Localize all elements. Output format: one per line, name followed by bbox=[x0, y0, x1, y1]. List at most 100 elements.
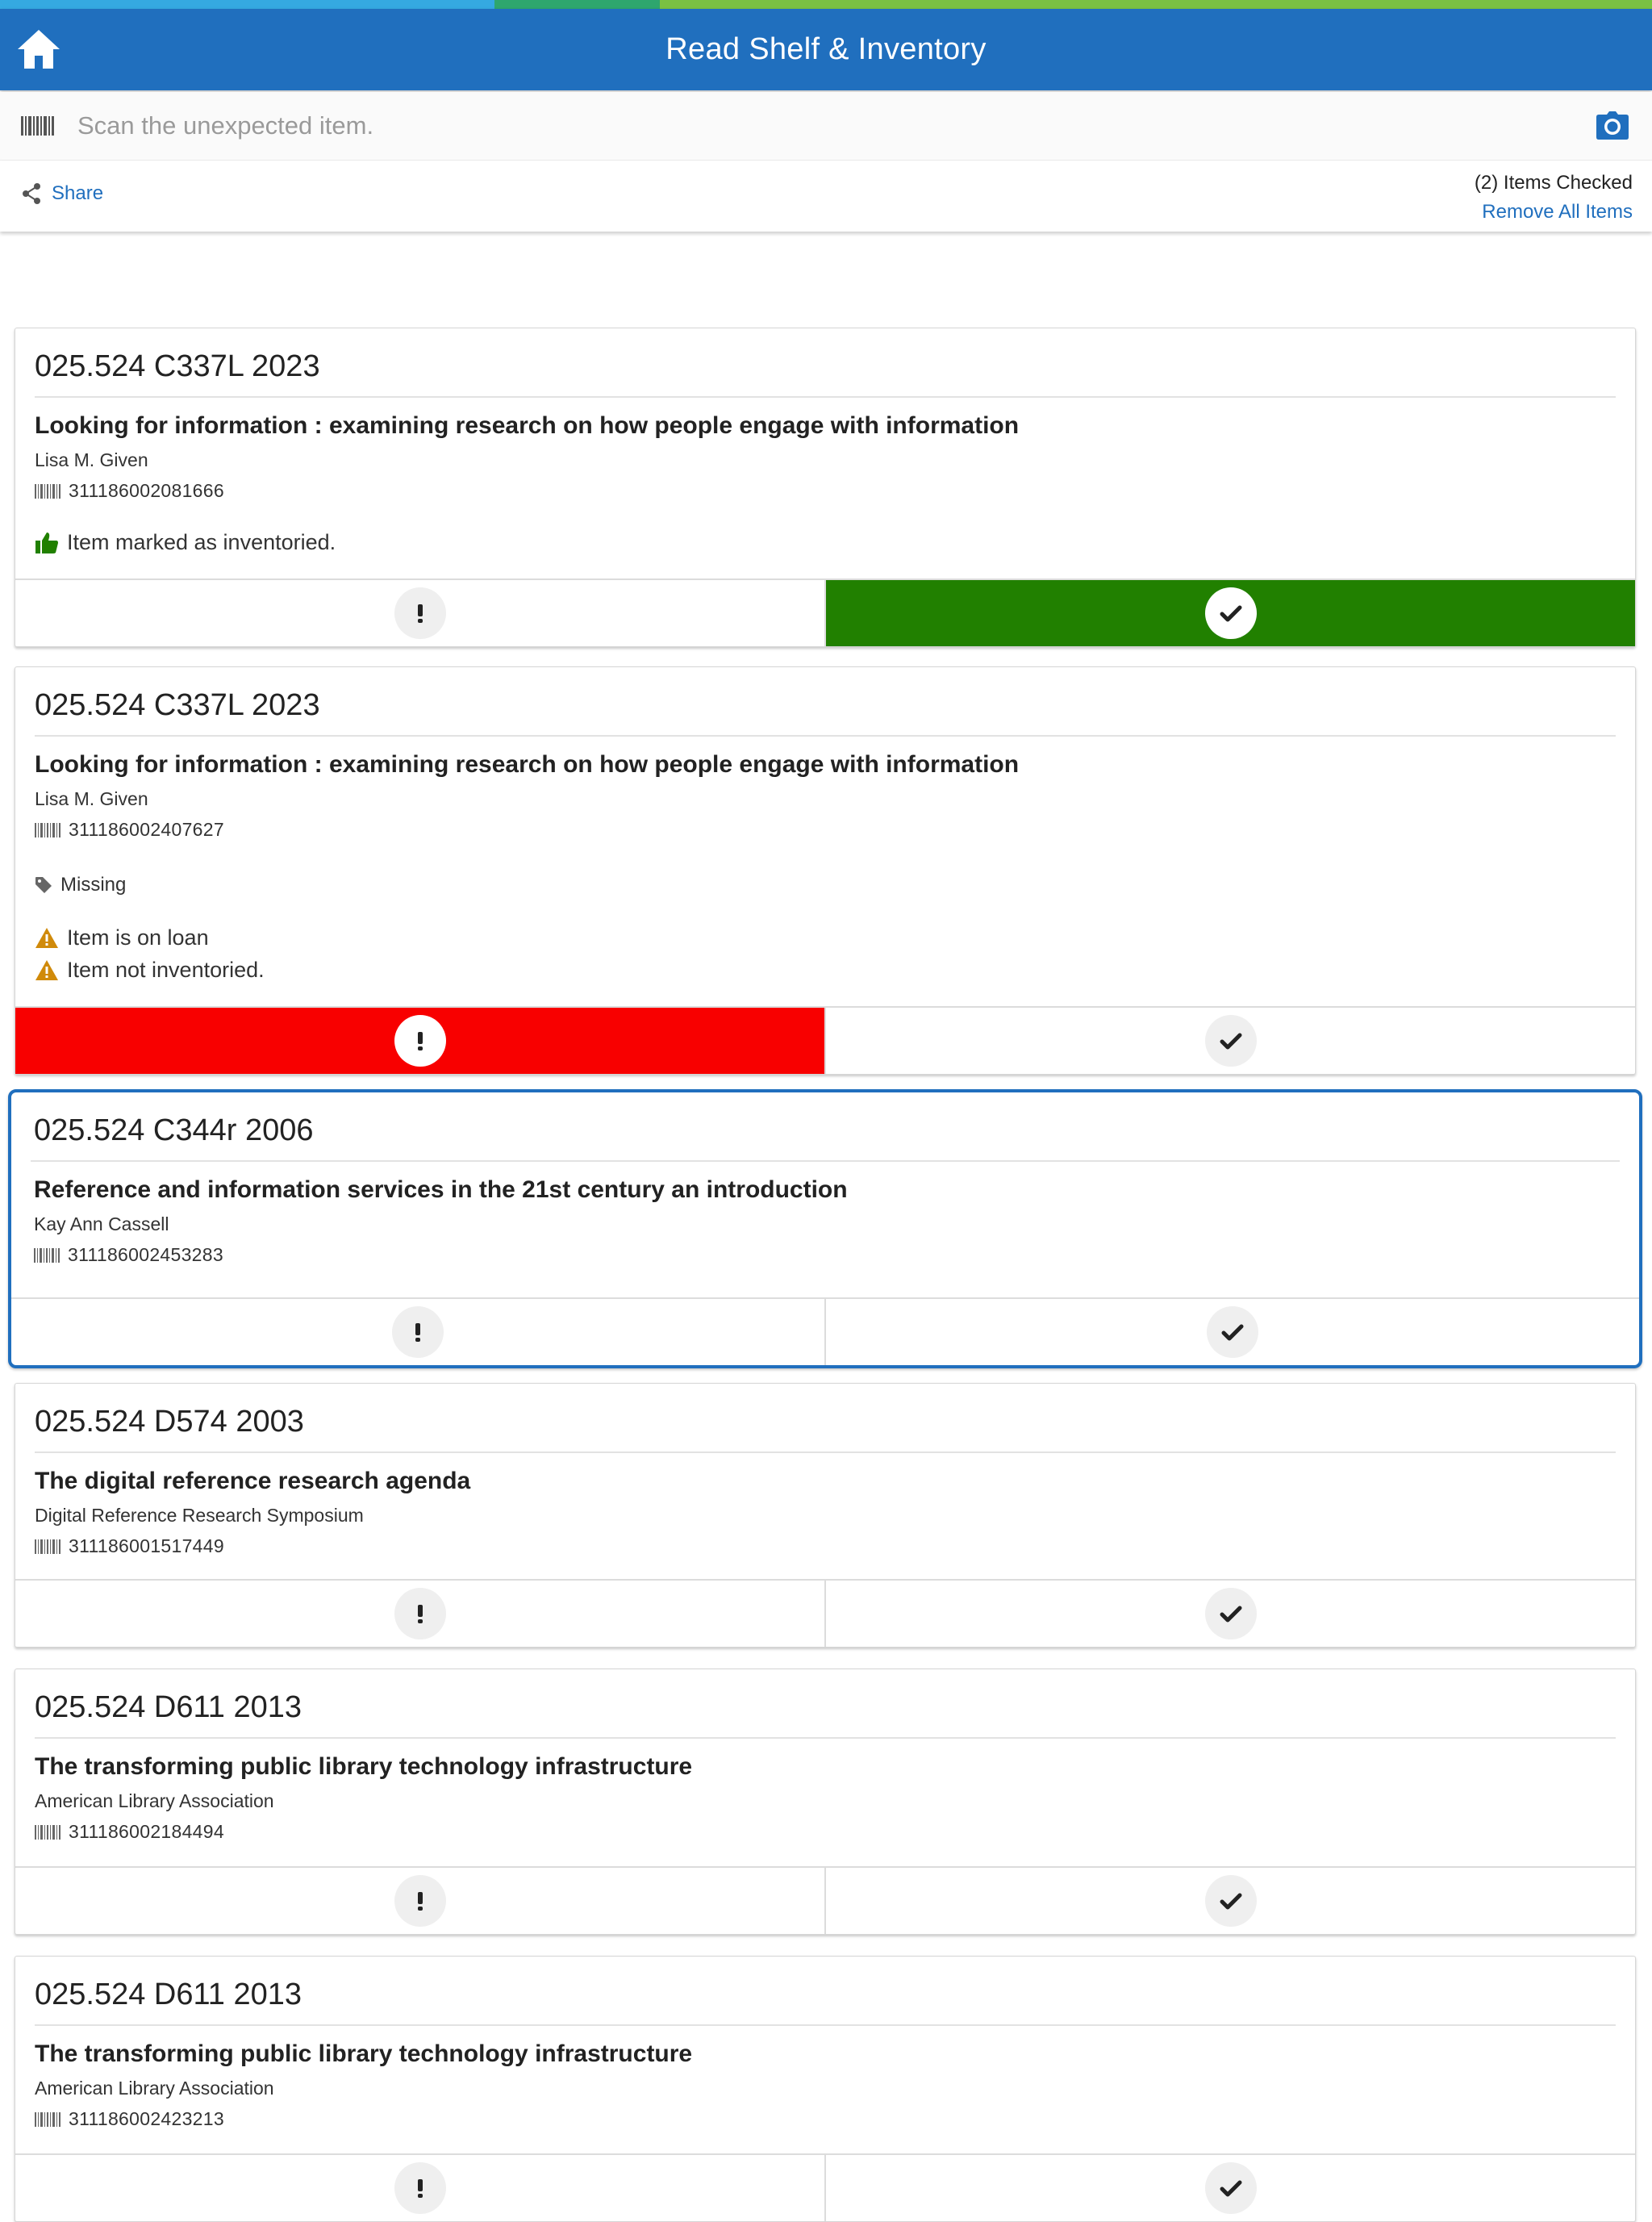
exclamation-icon bbox=[417, 1892, 423, 1911]
barcode-number: 311186002423213 bbox=[69, 2108, 224, 2129]
tag-icon bbox=[35, 877, 52, 893]
item-barcode: 311186002184494 bbox=[35, 1821, 224, 1843]
item-card: 025.524 D611 2013 The transforming publi… bbox=[15, 1956, 1636, 2222]
barcode-number: 311186002081666 bbox=[69, 480, 224, 501]
share-icon bbox=[23, 183, 40, 204]
warning-not-inventoried: Item not inventoried. bbox=[35, 958, 265, 983]
card-divider bbox=[35, 1451, 1616, 1453]
barcode-icon bbox=[35, 483, 60, 499]
check-circle bbox=[1207, 1306, 1258, 1358]
exclamation-circle bbox=[394, 587, 446, 639]
item-actions bbox=[15, 578, 1635, 646]
home-button[interactable] bbox=[15, 27, 63, 72]
barcode-icon bbox=[35, 1539, 60, 1554]
item-actions bbox=[15, 1579, 1635, 1647]
stripe-segment-teal bbox=[494, 0, 660, 9]
exclamation-icon bbox=[415, 1323, 420, 1342]
check-icon bbox=[1220, 605, 1241, 622]
mark-inventoried-button[interactable] bbox=[824, 1581, 1635, 1647]
item-barcode: 311186002423213 bbox=[35, 2108, 224, 2130]
item-barcode: 311186002081666 bbox=[35, 480, 224, 502]
exclamation-circle bbox=[394, 1875, 446, 1927]
mark-problem-button[interactable] bbox=[15, 580, 824, 646]
barcode-number: 311186002184494 bbox=[69, 1821, 224, 1842]
mark-problem-button[interactable] bbox=[15, 2155, 824, 2221]
camera-button[interactable] bbox=[1596, 110, 1629, 142]
mark-inventoried-button[interactable] bbox=[824, 1008, 1635, 1074]
mark-inventoried-button[interactable] bbox=[824, 2155, 1635, 2221]
call-number: 025.524 D611 2013 bbox=[35, 1978, 302, 2011]
check-icon bbox=[1220, 1606, 1241, 1623]
card-divider bbox=[35, 2024, 1616, 2026]
remove-all-items-link[interactable]: Remove All Items bbox=[1482, 201, 1633, 223]
barcode-icon bbox=[21, 116, 54, 136]
scan-bar bbox=[0, 92, 1652, 161]
mark-problem-button[interactable] bbox=[11, 1299, 824, 1365]
exclamation-icon bbox=[417, 2179, 423, 2198]
barcode-icon bbox=[35, 1824, 60, 1840]
share-button[interactable]: Share bbox=[21, 182, 103, 205]
items-checked-count: (2) Items Checked bbox=[1474, 172, 1633, 194]
call-number: 025.524 C337L 2023 bbox=[35, 349, 320, 383]
call-number: 025.524 C337L 2023 bbox=[35, 688, 320, 722]
barcode-number: 311186002453283 bbox=[68, 1244, 223, 1265]
check-circle bbox=[1204, 1588, 1257, 1639]
exclamation-circle bbox=[394, 1015, 446, 1067]
item-author: Lisa M. Given bbox=[35, 788, 148, 809]
tag-label: Missing bbox=[60, 874, 127, 896]
item-title: Looking for information : examining rese… bbox=[35, 412, 1020, 439]
item-barcode: 311186002407627 bbox=[35, 819, 224, 841]
item-author: American Library Association bbox=[35, 2078, 274, 2099]
home-icon bbox=[18, 30, 60, 69]
item-title: The digital reference research agenda bbox=[35, 1468, 471, 1494]
mark-inventoried-button[interactable] bbox=[824, 1299, 1639, 1365]
card-divider bbox=[31, 1160, 1620, 1162]
item-card: 025.524 D574 2003 The digital reference … bbox=[15, 1383, 1636, 1648]
warning-icon bbox=[35, 927, 58, 948]
mark-problem-button[interactable] bbox=[15, 1868, 824, 1934]
warning-text: Item not inventoried. bbox=[67, 958, 265, 982]
stripe-segment-green bbox=[660, 0, 1652, 9]
item-barcode: 311186001517449 bbox=[35, 1535, 224, 1557]
list-toolbar: Share (2) Items Checked Remove All Items bbox=[0, 161, 1652, 232]
call-number: 025.524 D611 2013 bbox=[35, 1690, 302, 1724]
exclamation-circle bbox=[394, 2162, 446, 2214]
top-accent-stripe bbox=[0, 0, 1652, 9]
barcode-icon bbox=[35, 822, 60, 837]
camera-icon bbox=[1596, 111, 1629, 140]
mark-problem-button[interactable] bbox=[15, 1581, 824, 1647]
page-title: Read Shelf & Inventory bbox=[665, 32, 987, 66]
item-card-selected[interactable]: 025.524 C344r 2006 Reference and informa… bbox=[8, 1089, 1642, 1368]
card-divider bbox=[35, 396, 1616, 398]
card-divider bbox=[35, 735, 1616, 737]
item-actions bbox=[15, 1006, 1635, 1074]
exclamation-circle bbox=[394, 1588, 446, 1639]
item-author: American Library Association bbox=[35, 1790, 274, 1811]
mark-inventoried-button[interactable] bbox=[824, 580, 1635, 646]
call-number: 025.524 D574 2003 bbox=[35, 1405, 304, 1439]
warning-text: Item is on loan bbox=[67, 925, 209, 950]
item-card: 025.524 C337L 2023 Looking for informati… bbox=[15, 666, 1636, 1075]
item-card: 025.524 C337L 2023 Looking for informati… bbox=[15, 328, 1636, 647]
check-icon bbox=[1221, 1324, 1244, 1341]
item-actions bbox=[15, 2153, 1635, 2221]
call-number: 025.524 C344r 2006 bbox=[34, 1113, 314, 1147]
check-circle bbox=[1204, 2162, 1257, 2214]
exclamation-icon bbox=[417, 1605, 423, 1623]
barcode-number: 311186001517449 bbox=[69, 1535, 224, 1556]
item-barcode: 311186002453283 bbox=[34, 1244, 223, 1266]
app-header: Read Shelf & Inventory bbox=[0, 9, 1652, 90]
item-title: The transforming public library technolo… bbox=[35, 1753, 693, 1780]
check-circle bbox=[1204, 1015, 1257, 1067]
barcode-number: 311186002407627 bbox=[69, 819, 224, 840]
exclamation-icon bbox=[417, 604, 423, 623]
check-circle bbox=[1204, 1875, 1257, 1927]
item-title: The transforming public library technolo… bbox=[35, 2040, 693, 2067]
mark-problem-button[interactable] bbox=[15, 1008, 824, 1074]
mark-inventoried-button[interactable] bbox=[824, 1868, 1635, 1934]
item-author: Digital Reference Research Symposium bbox=[35, 1505, 364, 1526]
barcode-icon bbox=[35, 2111, 60, 2127]
check-circle bbox=[1204, 587, 1257, 639]
status-text: Item marked as inventoried. bbox=[67, 530, 336, 554]
scan-input[interactable] bbox=[76, 111, 1531, 141]
